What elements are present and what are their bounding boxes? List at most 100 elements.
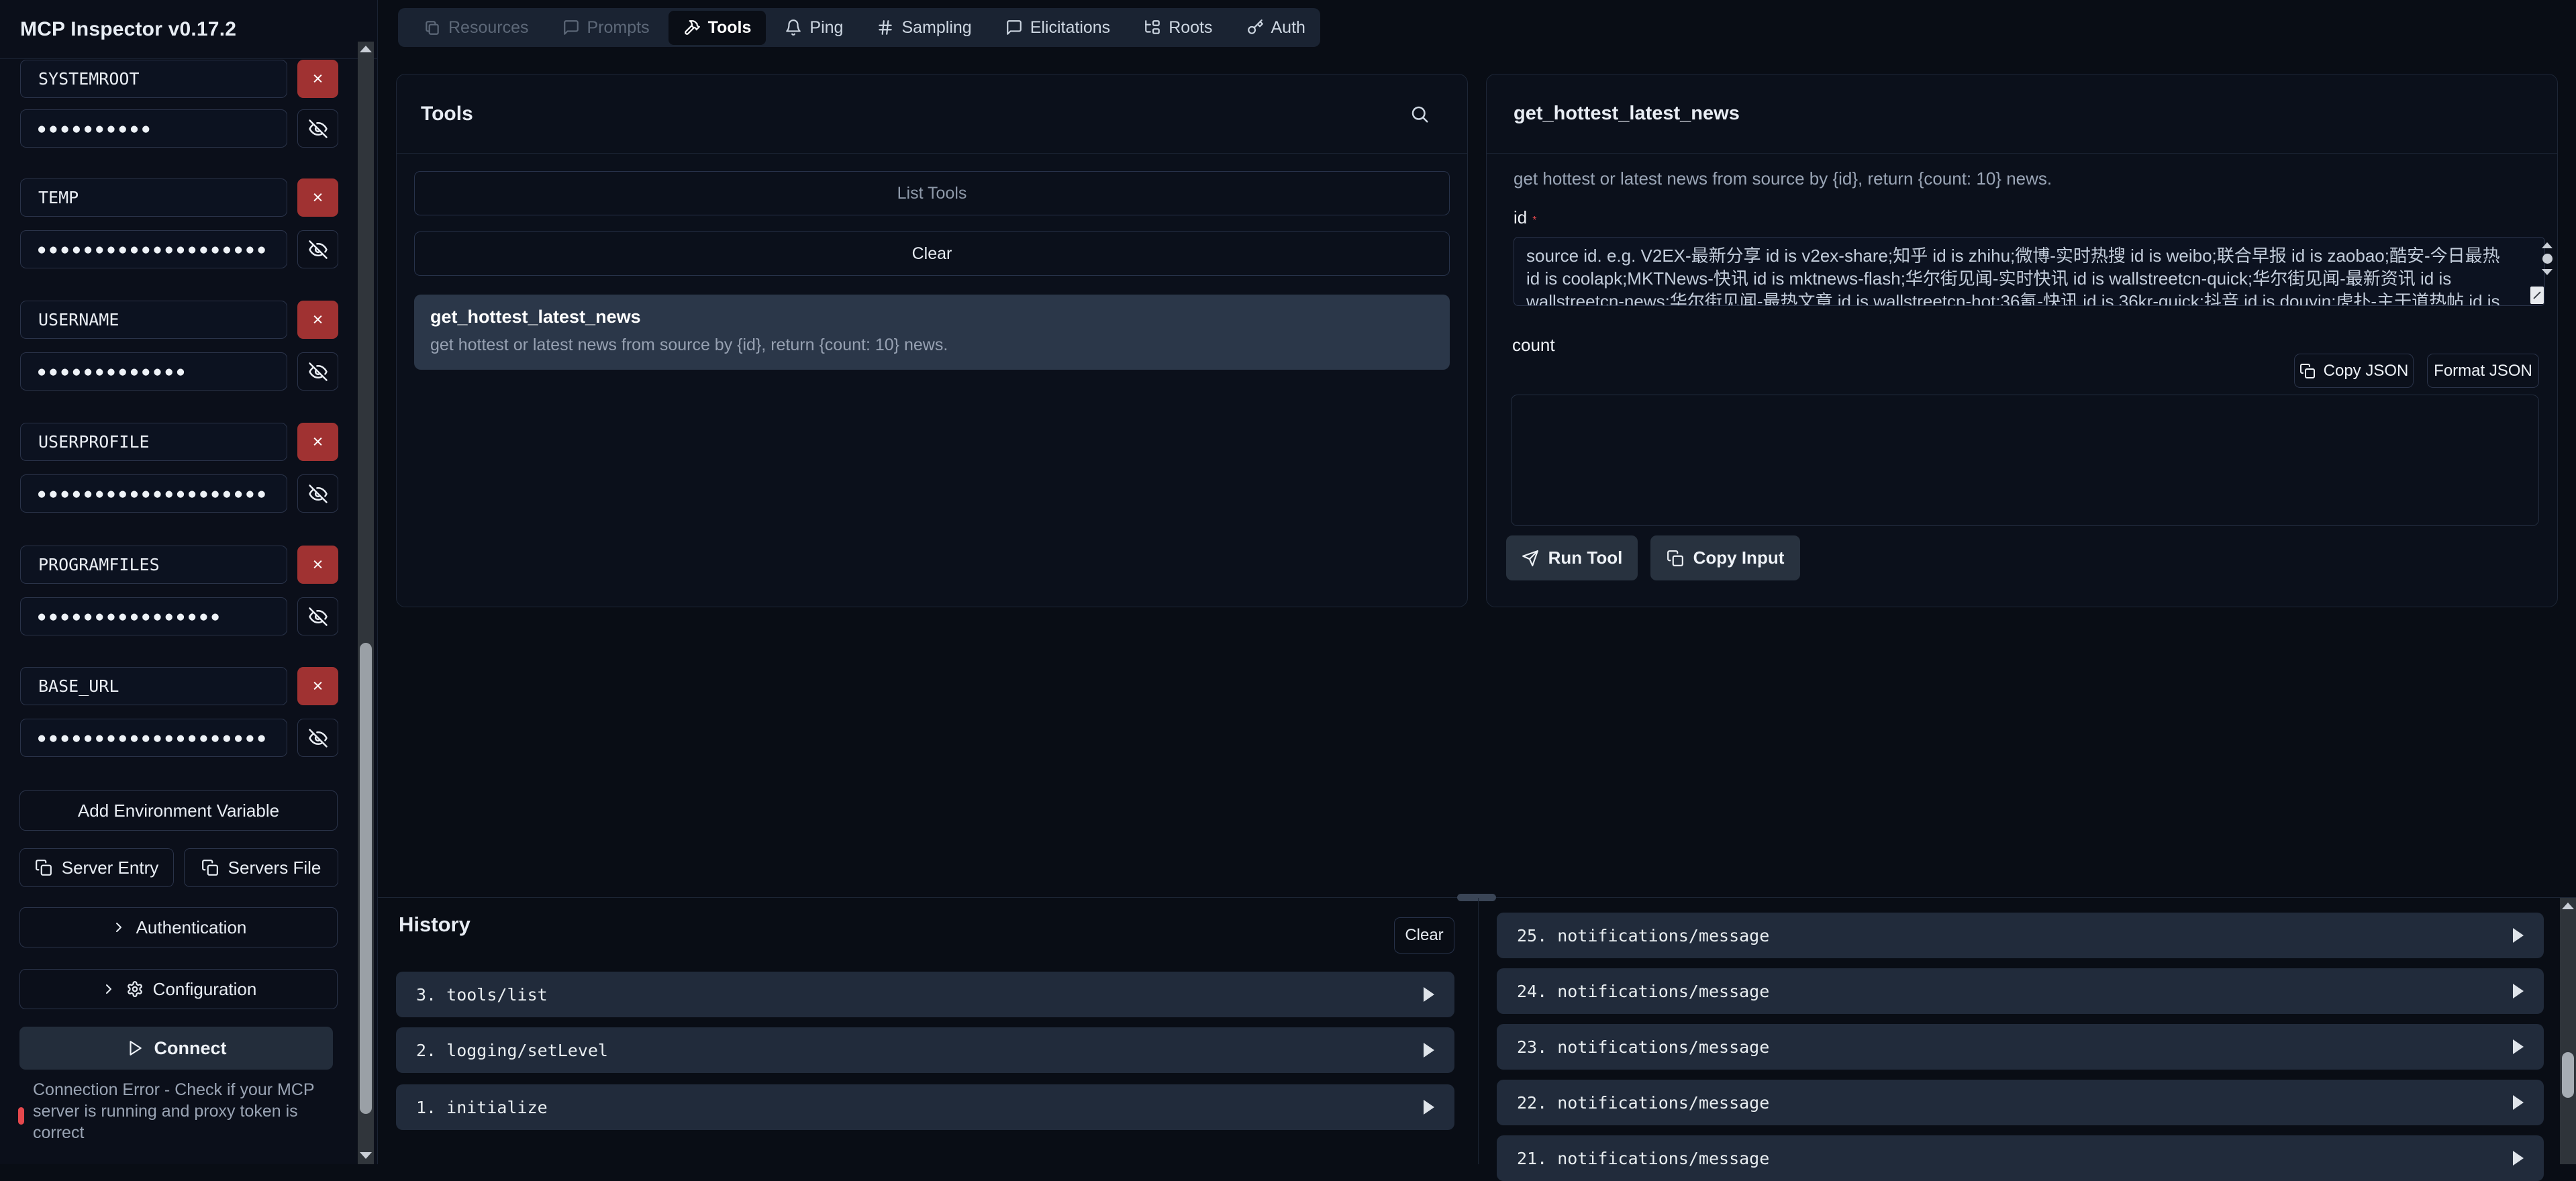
connection-error: Connection Error - Check if your MCP ser… [18,1079,328,1143]
run-tool-button[interactable]: Run Tool [1506,535,1638,580]
scroll-up-arrow-icon[interactable] [2562,903,2574,909]
id-field-textarea[interactable]: source id. e.g. V2EX-最新分享 id is v2ex-sha… [1514,237,2545,306]
expand-arrow-icon [1424,1100,1434,1115]
clear-tools-label: Clear [912,244,952,264]
toggle-visibility-button[interactable] [297,109,338,148]
copy-icon [2299,363,2316,379]
eye-off-icon [308,362,328,382]
resize-grip-icon[interactable] [2530,287,2544,304]
delete-env-var-button[interactable]: × [297,667,338,705]
toggle-visibility-button[interactable] [297,474,338,513]
x-icon: × [313,311,324,329]
configuration-label: Configuration [153,979,257,1000]
expand-arrow-icon [2513,1151,2524,1166]
add-environment-variable-button[interactable]: Add Environment Variable [19,790,338,831]
scroll-down-arrow-icon[interactable] [360,1152,372,1159]
tab-label: Auth [1271,18,1305,38]
toggle-visibility-button[interactable] [297,352,338,391]
delete-env-var-button[interactable]: × [297,301,338,339]
format-json-button[interactable]: Format JSON [2427,354,2539,388]
tab-label: Ping [809,18,843,38]
top-nav: Resources Prompts Tools Ping Sampling El… [398,8,1320,47]
copy-json-button[interactable]: Copy JSON [2294,354,2414,388]
env-value-input[interactable] [20,109,287,148]
tools-panel-header: Tools [397,74,1467,154]
required-asterisk: * [1532,215,1536,226]
env-key-input[interactable] [20,178,287,217]
env-value-input[interactable] [20,719,287,757]
scroll-up-arrow-icon[interactable] [360,46,372,52]
key-icon [1246,19,1264,36]
scroll-down-arrow-icon[interactable] [2542,269,2553,275]
notification-item[interactable]: 21. notifications/message [1497,1135,2544,1181]
env-value-input[interactable] [20,597,287,635]
tab-resources[interactable]: Resources [409,11,544,45]
env-key-input[interactable] [20,60,287,98]
tool-description: get hottest or latest news from source b… [430,336,1434,355]
env-key-input[interactable] [20,423,287,461]
tab-auth[interactable]: Auth [1232,11,1320,45]
delete-env-var-button[interactable]: × [297,60,338,98]
env-key-input[interactable] [20,301,287,339]
eye-off-icon [308,728,328,748]
history-title: History [399,913,470,937]
id-field-label-row: id* [1514,207,1536,228]
history-item[interactable]: 1. initialize [396,1084,1454,1130]
tab-label: Elicitations [1030,18,1111,38]
delete-env-var-button[interactable]: × [297,423,338,461]
toggle-visibility-button[interactable] [297,230,338,268]
eye-off-icon [308,119,328,139]
sidebar-scrollbar-thumb[interactable] [360,643,372,1114]
tool-list-item-selected[interactable]: get_hottest_latest_news get hottest or l… [414,295,1450,370]
tab-roots[interactable]: Roots [1129,11,1227,45]
notifications-scrollbar[interactable] [2560,898,2576,1164]
env-value-input[interactable] [20,474,287,513]
add-env-var-label: Add Environment Variable [78,801,279,821]
server-entry-button[interactable]: Server Entry [19,848,174,887]
count-field-label: count [1512,335,1555,356]
history-item[interactable]: 2. logging/setLevel [396,1027,1454,1073]
history-clear-button[interactable]: Clear [1394,917,1454,954]
history-item[interactable]: 3. tools/list [396,972,1454,1017]
sidebar: MCP Inspector v0.17.2 × × × × × × Add En… [0,0,378,1164]
delete-env-var-button[interactable]: × [297,546,338,584]
connect-button[interactable]: Connect [19,1027,333,1070]
authentication-toggle[interactable]: Authentication [19,907,338,947]
textarea-scrollbar-thumb[interactable] [2542,254,2553,264]
message-icon [562,19,580,36]
notification-item[interactable]: 22. notifications/message [1497,1080,2544,1125]
env-key-input[interactable] [20,667,287,705]
clear-tools-button[interactable]: Clear [414,232,1450,276]
list-tools-button[interactable]: List Tools [414,171,1450,215]
notification-item[interactable]: 25. notifications/message [1497,913,2544,958]
servers-file-button[interactable]: Servers File [184,848,338,887]
history-item-label: 1. initialize [416,1098,548,1117]
env-value-input[interactable] [20,352,287,391]
env-key-input[interactable] [20,546,287,584]
tab-sampling[interactable]: Sampling [862,11,986,45]
tab-tools[interactable]: Tools [668,11,766,45]
copy-input-button[interactable]: Copy Input [1650,535,1800,580]
detail-title: get_hottest_latest_news [1514,103,1740,125]
search-icon[interactable] [1409,104,1430,124]
notification-item[interactable]: 23. notifications/message [1497,1024,2544,1070]
tab-label: Sampling [901,18,971,38]
notifications-scrollbar-thumb[interactable] [2562,1052,2574,1098]
detail-description: get hottest or latest news from source b… [1514,168,2052,189]
pane-resize-handle[interactable] [1457,894,1496,901]
env-value-input[interactable] [20,230,287,268]
tab-elicitations[interactable]: Elicitations [991,11,1126,45]
configuration-toggle[interactable]: Configuration [19,969,338,1009]
tab-ping[interactable]: Ping [770,11,858,45]
hammer-icon [683,19,701,36]
delete-env-var-button[interactable]: × [297,178,338,217]
tab-prompts[interactable]: Prompts [548,11,664,45]
history-item-label: 3. tools/list [416,985,548,1005]
notification-item[interactable]: 24. notifications/message [1497,968,2544,1014]
toggle-visibility-button[interactable] [297,719,338,757]
toggle-visibility-button[interactable] [297,597,338,635]
scroll-up-arrow-icon[interactable] [2542,242,2553,248]
chevron-right-icon [101,981,117,997]
count-field-editor[interactable] [1511,395,2539,526]
hash-icon [877,19,894,36]
